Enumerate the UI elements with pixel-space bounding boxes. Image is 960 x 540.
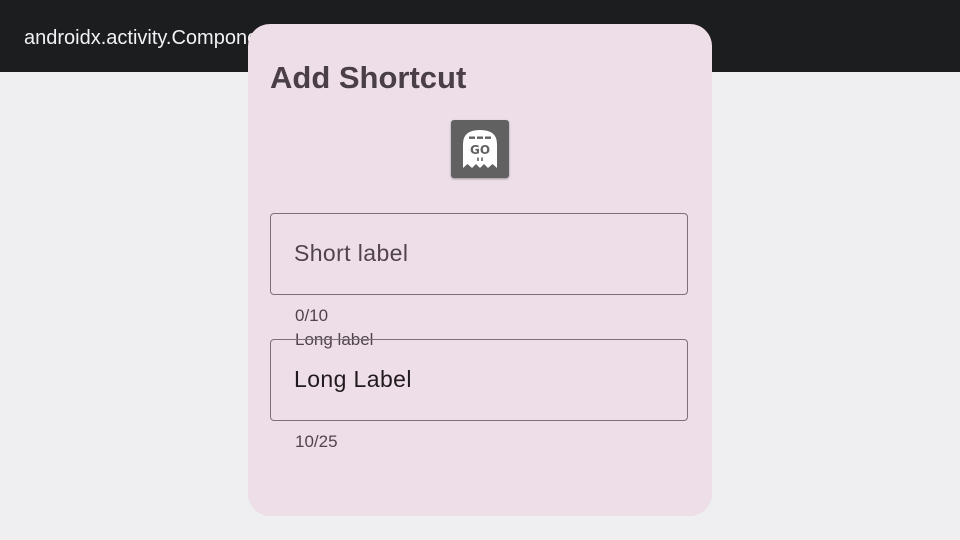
add-shortcut-dialog: Add Shortcut GO Short label 0/10 Long la… bbox=[248, 24, 712, 516]
shortcut-icon-button[interactable]: GO bbox=[451, 120, 509, 178]
long-label-counter: 10/25 bbox=[295, 432, 338, 451]
short-label-placeholder: Short label bbox=[294, 240, 409, 266]
long-label-input[interactable]: Long Label bbox=[270, 339, 688, 421]
ghost-go-icon: GO bbox=[463, 130, 497, 168]
icon-go-text: GO bbox=[470, 143, 490, 157]
short-label-input[interactable]: Short label bbox=[270, 213, 688, 295]
long-label-value: Long Label bbox=[294, 366, 412, 392]
short-label-counter: 0/10 bbox=[295, 306, 329, 325]
dialog-title: Add Shortcut bbox=[270, 60, 467, 95]
